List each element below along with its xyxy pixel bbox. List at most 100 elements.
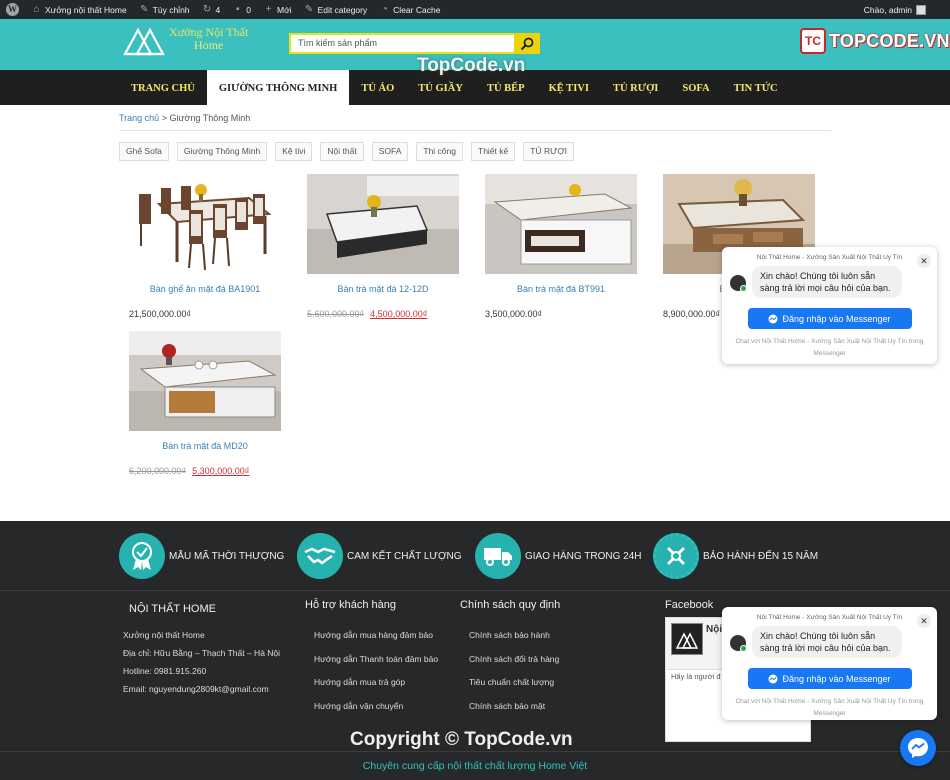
handshake-icon xyxy=(297,533,343,579)
badge-icon xyxy=(119,533,165,579)
footer-link[interactable]: Chính sách bảo mật xyxy=(469,701,545,711)
nav-item-trang-chu[interactable]: TRANG CHỦ xyxy=(119,70,207,105)
comments-link[interactable]: ▪ 0 xyxy=(226,0,257,19)
product-card: Bàn trà mặt đá BT991 3,500,000.00₫ xyxy=(485,174,637,319)
footer-hotline: Hotline: 0981.915.260 xyxy=(123,666,207,676)
product-card: Bàn trà mặt đá MD20 6,200,000.00₫ 5,300,0… xyxy=(129,331,281,476)
logo-line1: Xưởng Nội Thất xyxy=(169,25,249,39)
feature-item: CAM KẾT CHẤT LƯỢNG xyxy=(297,533,462,579)
close-icon[interactable]: ✕ xyxy=(917,254,931,268)
footer-col4-title: Facebook xyxy=(665,599,714,611)
nav-item-ke-tivi[interactable]: KỆ TIVI xyxy=(537,70,601,105)
avatar xyxy=(916,4,926,15)
product-image[interactable] xyxy=(307,174,459,274)
refresh-icon: ↻ xyxy=(202,4,212,15)
tag-tu-ruou[interactable]: TỦ RƯỢI xyxy=(523,142,574,161)
footer-email: Email: nguyendung2809kt@gmail.com xyxy=(123,684,269,694)
footer-col3-title: Chính sách quy định xyxy=(460,599,561,611)
tag-noi-that[interactable]: Nội thất xyxy=(320,142,364,161)
product-image[interactable] xyxy=(129,174,281,274)
product-price: 5,600,000.00₫ 4,500,000.00₫ xyxy=(307,309,428,319)
search-icon xyxy=(520,37,534,50)
close-icon[interactable]: ✕ xyxy=(917,614,931,628)
brush-icon: ✎ xyxy=(139,4,149,15)
watermark: TopCode.vn xyxy=(417,55,526,76)
updates-link[interactable]: ↻ 4 xyxy=(196,0,227,19)
product-name[interactable]: Bàn trà mặt đá 12-12D xyxy=(307,284,459,294)
nav-item-tu-ao[interactable]: TỦ ÁO xyxy=(349,70,406,105)
page-avatar xyxy=(730,635,747,652)
product-card: Bàn ghế ăn mặt đá BA1901 21,500,000.00₫ xyxy=(129,174,281,319)
messenger-page-name: Nội Thất Home - Xưởng Sản Xuất Nội Thất … xyxy=(756,614,903,621)
nav-item-sofa[interactable]: SOFA xyxy=(670,70,721,105)
fb-page-logo xyxy=(671,623,703,655)
search-button[interactable] xyxy=(514,33,540,54)
brand-text: TOPCODE.VN xyxy=(829,30,950,51)
divider xyxy=(0,590,950,591)
footer-link[interactable]: Hướng dẫn Thanh toán đảm bảo xyxy=(314,654,438,664)
footer-link[interactable]: Hướng dẫn mua hàng đảm bảo xyxy=(314,630,433,640)
search-input[interactable]: Tìm kiếm sản phẩm xyxy=(289,33,514,54)
my-account-menu[interactable]: Chào, admin xyxy=(864,4,950,15)
footer-link[interactable]: Hướng dẫn vận chuyển xyxy=(314,701,403,711)
site-name-menu[interactable]: ⌂ Xưởng nội thất Home xyxy=(25,0,133,19)
clear-cache-link[interactable]: ◔ Clear Cache xyxy=(373,0,446,19)
wordpress-icon: W xyxy=(6,3,19,16)
divider xyxy=(119,130,831,131)
fb-page-name: Nội xyxy=(706,624,723,635)
home-icon: ⌂ xyxy=(33,4,40,15)
tag-ke-tivi[interactable]: Kệ tivi xyxy=(275,142,313,161)
footer-tagline: Chuyên cung cấp nội thất chất lượng Home… xyxy=(362,760,588,772)
messenger-popup: Nội Thất Home - Xưởng Sản Xuất Nội Thất … xyxy=(722,247,937,364)
footer-address: Địa chỉ: Hữu Bằng – Thạch Thất – Hà Nội xyxy=(123,648,281,658)
messenger-icon xyxy=(768,674,778,683)
footer-col1-title: NỘI THẤT HOME xyxy=(129,603,216,615)
tag-giuong-thong-minh[interactable]: Giường Thông Minh xyxy=(176,142,268,161)
search-form: Tìm kiếm sản phẩm xyxy=(289,33,540,54)
feature-item: GIAO HÀNG TRONG 24H xyxy=(475,533,642,579)
product-name[interactable]: Bàn ghế ăn mặt đá BA1901 xyxy=(129,284,281,294)
new-content-menu[interactable]: + Mới xyxy=(257,0,298,19)
pencil-icon: ✎ xyxy=(304,4,314,15)
messenger-footer: Chat với Nội Thất Home - Xưởng Sản Xuất … xyxy=(735,698,924,717)
product-name[interactable]: Bàn trà mặt đá MD20 xyxy=(129,441,281,451)
speedometer-icon: ◔ xyxy=(381,4,388,15)
messenger-footer: Chat với Nội Thất Home - Xưởng Sản Xuất … xyxy=(735,338,924,357)
product-price: 3,500,000.00₫ xyxy=(485,309,543,319)
nav-item-giuong-thong-minh[interactable]: GIƯỜNG THÔNG MINH xyxy=(206,70,350,105)
product-price: 6,200,000.00₫ 5,300,000.00₫ xyxy=(129,466,250,476)
customize-link[interactable]: ✎ Tùy chỉnh xyxy=(133,0,196,19)
site-logo[interactable]: Xưởng Nội Thất Home xyxy=(123,24,248,56)
product-image[interactable] xyxy=(129,331,281,431)
tag-thiet-ke[interactable]: Thiết kế xyxy=(471,142,516,161)
tag-sofa[interactable]: SOFA xyxy=(371,142,409,161)
messenger-login-button[interactable]: Đăng nhập vào Messenger xyxy=(747,308,912,329)
messenger-icon xyxy=(908,738,928,758)
product-price: 21,500,000.00₫ xyxy=(129,309,192,319)
tag-list: Ghế Sofa Giường Thông Minh Kệ tivi Nội t… xyxy=(119,142,574,161)
nav-item-tu-ruou[interactable]: TỦ RƯỢI xyxy=(601,70,670,105)
brand-badge: TC xyxy=(800,28,826,54)
page-avatar xyxy=(730,275,747,292)
breadcrumb-home-link[interactable]: Trang chủ xyxy=(119,113,159,123)
messenger-chat-button[interactable] xyxy=(900,730,936,766)
footer-link[interactable]: Chính sách bảo hành xyxy=(469,630,550,640)
breadcrumb-current: Giường Thông Minh xyxy=(169,113,251,123)
nav-item-tin-tuc[interactable]: TIN TỨC xyxy=(722,70,790,105)
footer-link[interactable]: Hướng dẫn mua trả góp xyxy=(314,677,405,687)
breadcrumb: Trang chủ > Giường Thông Minh xyxy=(119,113,251,123)
wp-logo-menu[interactable]: W xyxy=(0,0,25,19)
tag-thi-cong[interactable]: Thi công xyxy=(416,142,463,161)
copyright-watermark: Copyright © TopCode.vn xyxy=(350,729,573,750)
messenger-popup: Nội Thất Home - Xưởng Sản Xuất Nội Thất … xyxy=(722,607,937,720)
footer-link[interactable]: Tiêu chuẩn chất lượng xyxy=(469,677,554,687)
product-image[interactable] xyxy=(485,174,637,274)
messenger-greeting: Xin chào! Chúng tôi luôn sẵn sàng trả lờ… xyxy=(752,626,902,658)
edit-category-link[interactable]: ✎ Edit category xyxy=(298,0,374,19)
messenger-login-button[interactable]: Đăng nhập vào Messenger xyxy=(747,668,912,689)
product-name[interactable]: Bàn trà mặt đá BT991 xyxy=(485,284,637,294)
feature-item: MẪU MÃ THỜI THƯỢNG xyxy=(119,533,284,579)
plus-icon: + xyxy=(265,4,272,15)
footer-link[interactable]: Chính sách đổi trả hàng xyxy=(469,654,559,664)
tag-ghe-sofa[interactable]: Ghế Sofa xyxy=(119,142,169,161)
